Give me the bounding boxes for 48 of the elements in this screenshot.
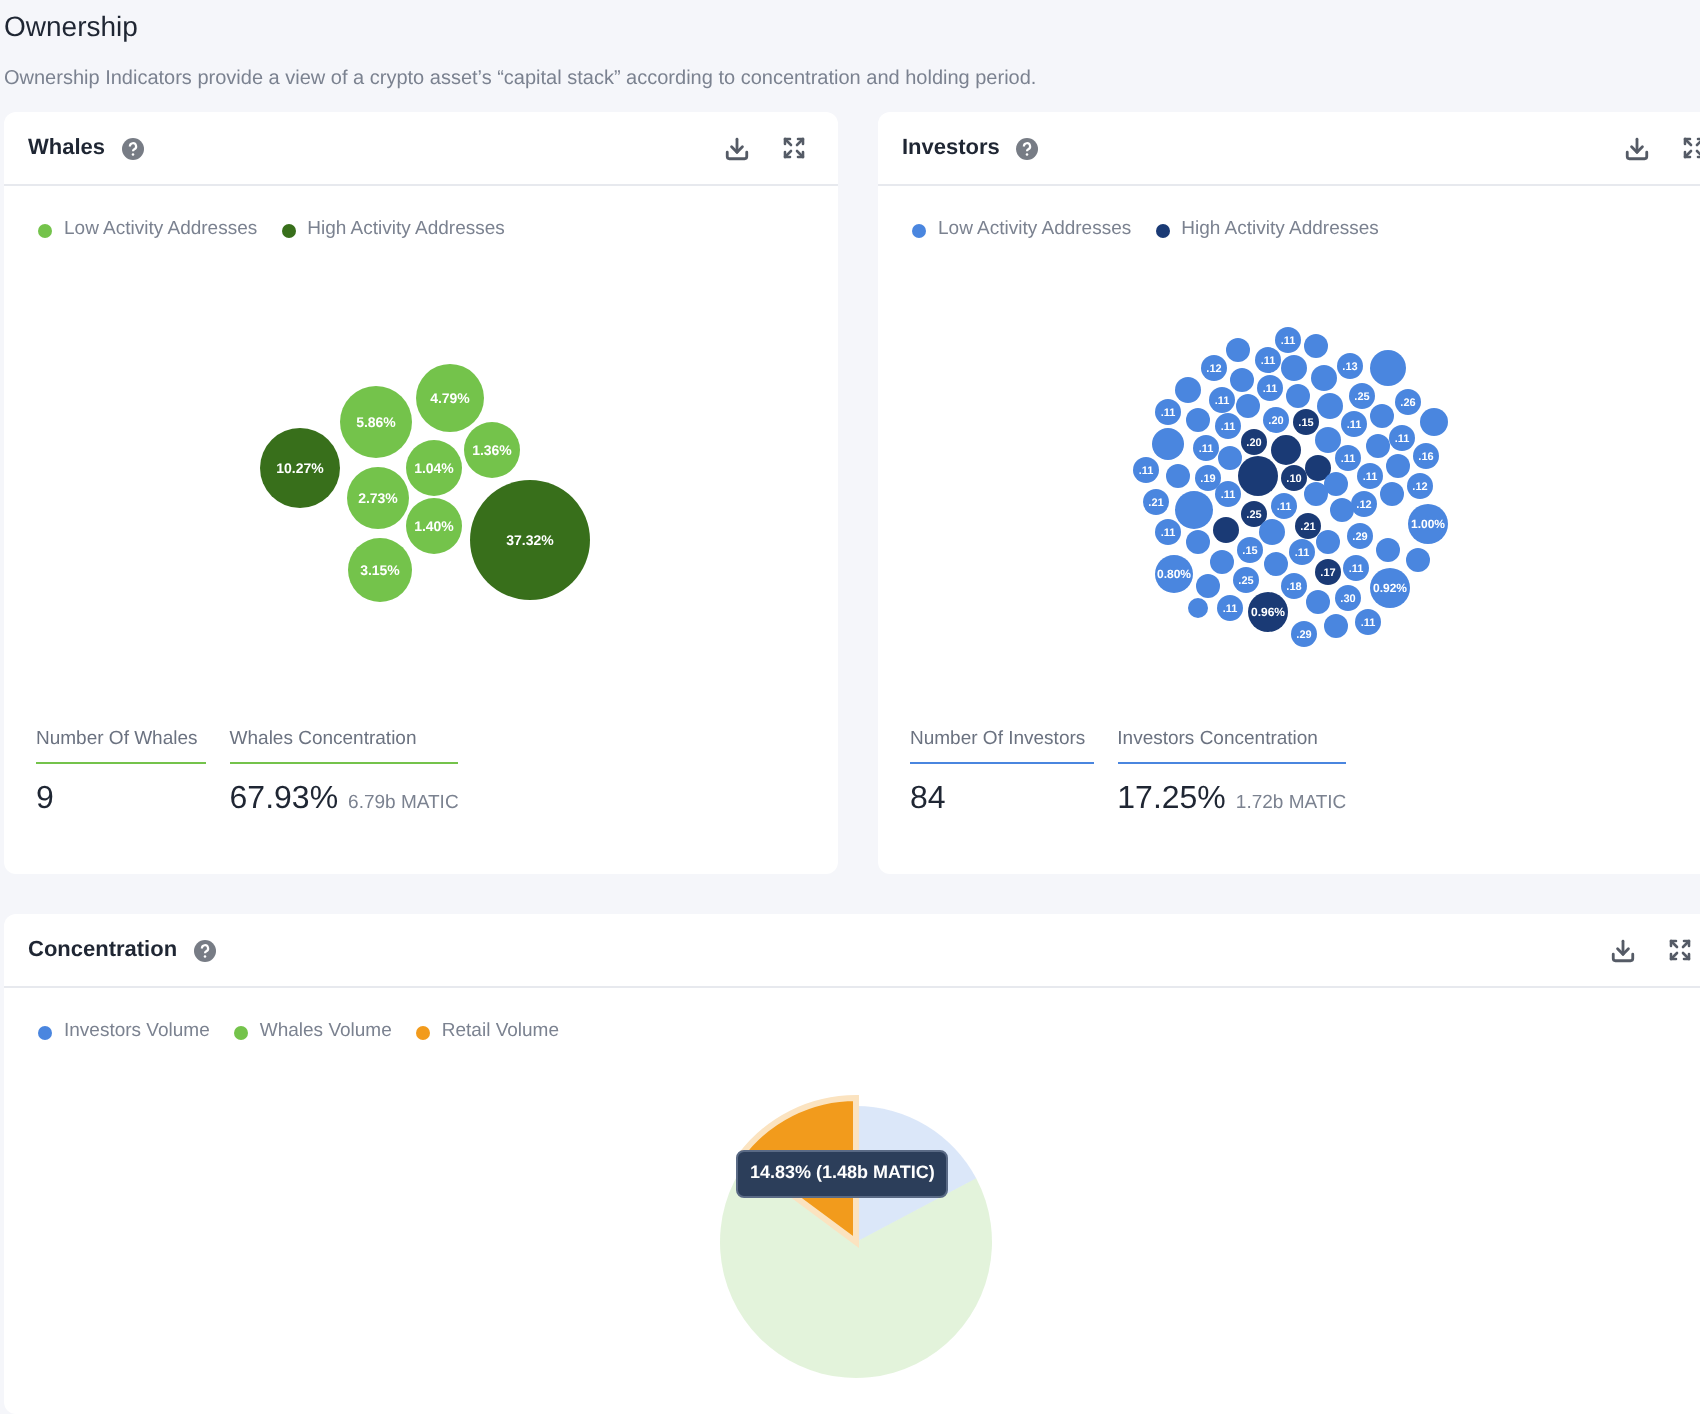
help-icon[interactable] xyxy=(121,137,144,159)
legend-label[interactable]: Whales Volume xyxy=(259,1018,392,1047)
bubble[interactable] xyxy=(1281,465,1307,492)
card-title: Concentration xyxy=(28,935,178,966)
bubble[interactable] xyxy=(1295,513,1321,540)
stat-subvalue: 6.79b MATIC xyxy=(348,789,459,817)
card-title: Investors xyxy=(902,133,1000,164)
legend-label[interactable]: High Activity Addresses xyxy=(1181,216,1379,245)
bubble[interactable] xyxy=(1241,429,1267,456)
bubble[interactable] xyxy=(1305,455,1331,482)
legend-label[interactable]: Low Activity Addresses xyxy=(64,216,258,245)
help-icon[interactable] xyxy=(193,939,216,961)
expand-icon[interactable] xyxy=(1668,938,1692,962)
stat-label: Whales Concentration xyxy=(229,726,459,763)
bubble[interactable] xyxy=(1316,530,1340,555)
bubble[interactable] xyxy=(1315,559,1341,586)
bubble[interactable] xyxy=(1293,409,1319,436)
stat-label: Investors Concentration xyxy=(1117,726,1347,763)
bubble[interactable] xyxy=(1241,501,1267,528)
bubble[interactable] xyxy=(470,480,590,601)
help-icon[interactable] xyxy=(1015,137,1038,159)
stat-label: Number Of Whales xyxy=(36,726,206,763)
stat-label: Number Of Investors xyxy=(910,726,1094,763)
download-icon[interactable] xyxy=(1624,135,1650,161)
legend-label[interactable]: High Activity Addresses xyxy=(307,216,505,245)
bubble[interactable] xyxy=(1248,592,1288,633)
legend-label[interactable]: Retail Volume xyxy=(441,1018,560,1047)
expand-icon[interactable] xyxy=(1682,136,1700,160)
page-title: Ownership xyxy=(4,8,140,44)
download-icon[interactable] xyxy=(724,135,750,161)
bubble[interactable] xyxy=(1213,517,1239,544)
expand-icon[interactable] xyxy=(782,136,806,160)
card-title: Whales xyxy=(28,133,106,164)
bubble[interactable] xyxy=(1238,456,1278,497)
bubble[interactable] xyxy=(260,428,340,509)
download-icon[interactable] xyxy=(1610,937,1636,963)
stat-value: 84 xyxy=(910,779,946,819)
bubble[interactable] xyxy=(1271,435,1301,466)
legend-label[interactable]: Low Activity Addresses xyxy=(938,216,1132,245)
stat-value: 9 xyxy=(36,779,54,819)
legend-label[interactable]: Investors Volume xyxy=(64,1018,210,1047)
chart-tooltip: 14.83% (1.48b MATIC) xyxy=(736,1150,949,1197)
page-description: Ownership Indicators provide a view of a crypto asset’s “capital stack” according to concentration and holding period. xyxy=(4,66,1039,92)
stat-value: 67.93% xyxy=(229,779,339,819)
bubble[interactable] xyxy=(1324,472,1348,497)
bubble[interactable] xyxy=(1259,519,1285,546)
stat-subvalue: 1.72b MATIC xyxy=(1235,789,1347,817)
stat-value: 17.25% xyxy=(1117,779,1226,819)
